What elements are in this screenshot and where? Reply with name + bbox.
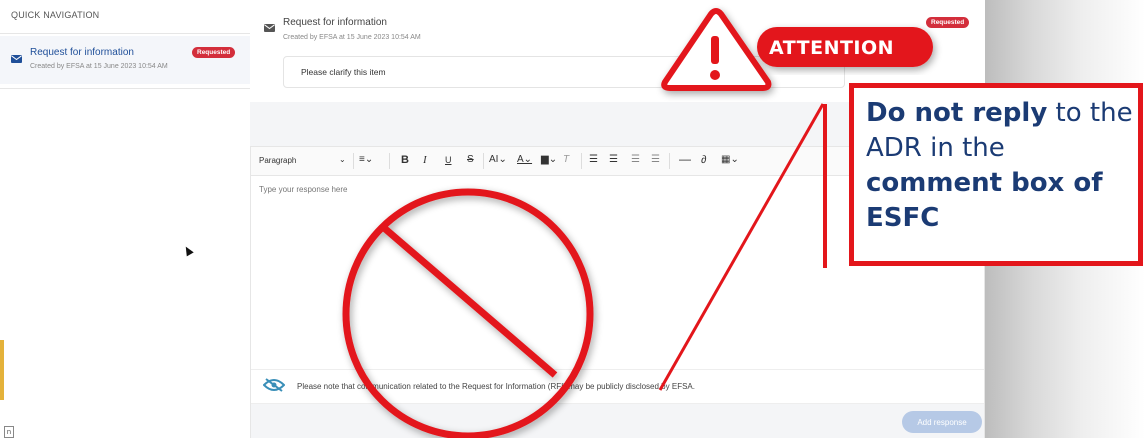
editor-footer: Add response bbox=[251, 403, 984, 438]
request-comment: Please clarify this item bbox=[283, 56, 845, 88]
horizontal-line-icon[interactable]: — bbox=[679, 152, 691, 166]
highlight-icon[interactable]: ▆⌄ bbox=[541, 154, 557, 165]
callout-text: Do not reply to the ADR in the comment b… bbox=[866, 96, 1145, 236]
toolbar-separator bbox=[581, 153, 582, 169]
italic-icon[interactable]: I bbox=[423, 154, 427, 166]
request-title: Request for information bbox=[283, 17, 387, 28]
toolbar-separator bbox=[483, 153, 484, 169]
accent-bar bbox=[0, 340, 4, 400]
align-icon[interactable]: ≡⌄ bbox=[359, 154, 373, 165]
mouse-cursor-icon bbox=[182, 244, 194, 257]
quick-navigation-sidebar: QUICK NAVIGATION Request for information… bbox=[0, 0, 251, 438]
strikethrough-icon[interactable]: S bbox=[467, 154, 474, 165]
toolbar-separator bbox=[353, 153, 354, 169]
envelope-icon bbox=[11, 50, 22, 68]
comment-text: Please clarify this item bbox=[301, 67, 386, 77]
callout-strong-2: comment box of ESFC bbox=[866, 168, 1103, 233]
paragraph-style-select[interactable]: Paragraph bbox=[259, 156, 296, 165]
toolbar-separator bbox=[669, 153, 670, 169]
status-badge: Requested bbox=[192, 47, 236, 58]
disclosure-notice: Please note that communication related t… bbox=[251, 369, 984, 404]
numbered-list-icon[interactable]: ☰ bbox=[609, 154, 618, 165]
table-icon[interactable]: ▦⌄ bbox=[721, 154, 739, 165]
sidebar-item-request[interactable]: Request for information Requested Create… bbox=[0, 36, 250, 84]
clear-format-icon[interactable]: T bbox=[563, 154, 569, 165]
indent-icon[interactable]: ☰ bbox=[631, 154, 640, 165]
add-response-button[interactable]: Add response bbox=[902, 411, 982, 433]
font-color-icon[interactable]: A⌄ bbox=[517, 154, 532, 165]
corner-glyph-icon: n bbox=[4, 426, 14, 438]
warning-callout: Do not reply to the ADR in the comment b… bbox=[849, 83, 1143, 266]
attention-label: ATTENTION bbox=[769, 37, 895, 59]
status-badge: Requested bbox=[926, 17, 970, 28]
eye-slash-icon bbox=[262, 378, 286, 397]
response-input-placeholder[interactable]: Type your response here bbox=[259, 185, 348, 194]
envelope-icon bbox=[264, 19, 275, 37]
divider bbox=[0, 33, 250, 34]
link-icon[interactable]: ∂ bbox=[701, 154, 706, 166]
notice-text: Please note that communication related t… bbox=[297, 382, 695, 391]
bold-icon[interactable]: B bbox=[401, 154, 409, 166]
outdent-icon[interactable]: ☰ bbox=[651, 154, 660, 165]
bullet-list-icon[interactable]: ☰ bbox=[589, 154, 598, 165]
underline-icon[interactable]: U bbox=[445, 155, 452, 165]
chevron-down-icon[interactable]: ⌄ bbox=[339, 155, 346, 164]
toolbar-separator bbox=[389, 153, 390, 169]
callout-strong-1: Do not reply bbox=[866, 98, 1048, 128]
sidebar-item-subtitle: Created by EFSA at 15 June 2023 10:54 AM bbox=[30, 63, 168, 70]
sidebar-title: QUICK NAVIGATION bbox=[11, 10, 100, 20]
font-size-icon[interactable]: AI⌄ bbox=[489, 154, 507, 165]
request-subtitle: Created by EFSA at 15 June 2023 10:54 AM bbox=[283, 34, 421, 41]
divider bbox=[0, 88, 250, 89]
sidebar-item-title: Request for information bbox=[30, 47, 134, 58]
